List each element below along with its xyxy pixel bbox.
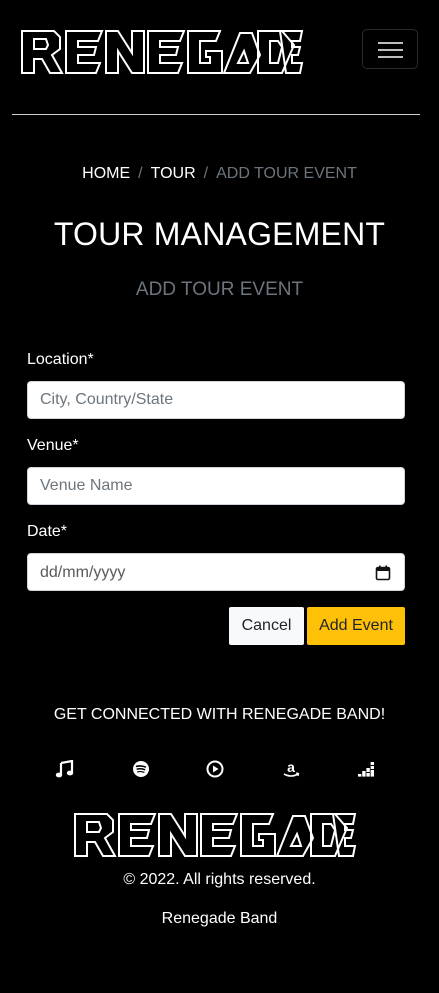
hamburger-icon-bar (378, 49, 403, 51)
deezer-icon[interactable] (357, 760, 377, 778)
venue-input[interactable] (27, 467, 405, 505)
location-input[interactable] (27, 381, 405, 419)
calendar-icon[interactable] (375, 565, 391, 581)
breadcrumb-tour[interactable]: TOUR (151, 165, 196, 182)
add-event-button[interactable]: Add Event (307, 607, 405, 645)
page-subtitle: ADD TOUR EVENT (135, 279, 304, 300)
amazon-icon[interactable]: a (281, 760, 301, 778)
breadcrumb: HOME / TOUR / ADD TOUR EVENT (0, 164, 439, 184)
hamburger-icon (378, 42, 403, 44)
breadcrumb-separator: / (203, 165, 209, 182)
breadcrumb-current: ADD TOUR EVENT (216, 165, 357, 182)
header-divider (12, 114, 420, 115)
breadcrumb-home[interactable]: HOME (82, 165, 130, 182)
date-label: Date* (27, 523, 68, 540)
breadcrumb-separator: / (138, 165, 143, 182)
spotify-icon[interactable] (131, 760, 151, 778)
cancel-button[interactable]: Cancel (229, 607, 304, 645)
brand-logo[interactable] (20, 25, 304, 77)
footer-logo (74, 813, 357, 857)
location-label: Location* (27, 351, 94, 368)
copyright-text: © 2022. All rights reserved. (123, 871, 316, 888)
navbar (0, 0, 439, 116)
play-circle-icon[interactable] (205, 760, 225, 778)
venue-label: Venue* (27, 437, 79, 454)
svg-text:a: a (287, 760, 295, 775)
connect-heading: GET CONNECTED WITH RENEGADE BAND! (53, 706, 386, 723)
band-name-text: Renegade Band (161, 910, 278, 927)
hamburger-icon-bar (378, 56, 403, 58)
page-title: TOUR MANAGEMENT (53, 216, 386, 252)
music-note-icon[interactable] (55, 760, 75, 778)
menu-toggle-button[interactable] (362, 29, 418, 69)
date-input[interactable]: dd/mm/yyyy (27, 553, 405, 591)
date-placeholder: dd/mm/yyyy (40, 564, 126, 581)
